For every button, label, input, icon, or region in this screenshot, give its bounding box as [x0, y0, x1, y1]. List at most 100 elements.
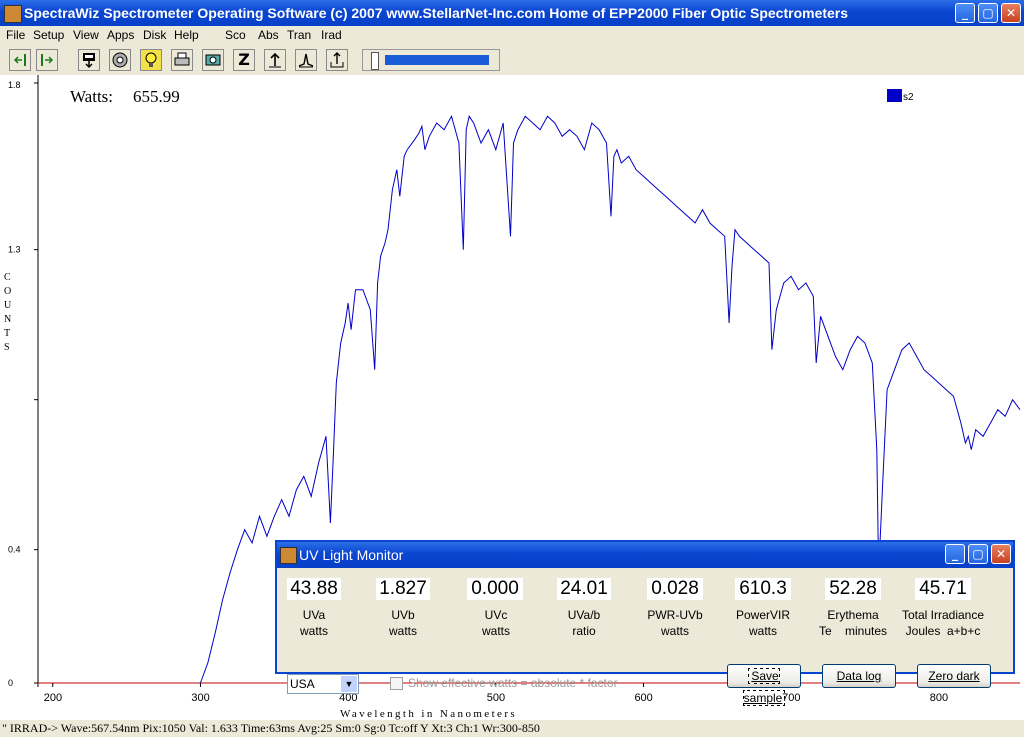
uv-monitor-title: UV Light Monitor [299, 547, 404, 563]
status-text: " IRRAD-> Wave:567.54nm Pix:1050 Val: 1.… [2, 721, 540, 735]
powervir-unit: watts [748, 624, 777, 638]
powervir-value: 610.3 [735, 578, 791, 600]
y-axis-label-letter: S [4, 342, 10, 353]
erythema-value: 52.28 [825, 578, 881, 600]
minimize-button[interactable]: _ [955, 3, 975, 23]
legend-swatch-s2 [887, 89, 902, 102]
zero-dark-button[interactable]: Zero dark [917, 664, 991, 688]
y-axis-label: COUNTS [4, 272, 12, 353]
intensity-slider[interactable] [362, 49, 500, 71]
menu-abs[interactable]: Abs [258, 28, 279, 42]
status-bar: " IRRAD-> Wave:567.54nm Pix:1050 Val: 1.… [0, 720, 1024, 737]
x-tick-label: 500 [487, 692, 505, 704]
uvab-ratio-unit: ratio [572, 624, 596, 638]
uvb-label: UVb [391, 608, 415, 622]
menu-sco[interactable]: Sco [225, 28, 246, 42]
uv-close-button[interactable]: ✕ [991, 544, 1011, 564]
slider-thumb[interactable] [371, 52, 379, 70]
total-irradiance-unit: Joules a+b+c [905, 624, 981, 638]
y-axis-label-letter: O [4, 286, 11, 297]
data-log-label: Data log [836, 669, 882, 683]
uv-monitor-app-icon [280, 547, 297, 564]
slider-fill [385, 55, 489, 65]
save-sample-button[interactable]: Save sample [727, 664, 801, 706]
menu-bar: File Setup View Apps Disk Help Sco Abs T… [0, 26, 1024, 45]
y-tick-label: 0 [8, 678, 13, 688]
title-bar: SpectraWiz Spectrometer Operating Softwa… [0, 0, 1024, 26]
chevron-down-icon[interactable]: ▼ [341, 676, 357, 692]
save-sample-label: Save sample [742, 668, 786, 706]
export-icon[interactable] [326, 49, 348, 71]
total-irradiance-label: Total Irradiance [901, 608, 985, 622]
upload-icon[interactable] [264, 49, 286, 71]
uva-value: 43.88 [287, 578, 341, 600]
menu-tran[interactable]: Tran [287, 28, 311, 42]
uv-monitor-title-bar: UV Light Monitor _ ▢ ✕ [277, 542, 1013, 568]
erythema-label: Erythema [827, 608, 879, 622]
camera-icon[interactable] [202, 49, 224, 71]
region-select[interactable]: USA ▼ [287, 674, 359, 694]
close-button[interactable]: ✕ [1001, 3, 1021, 23]
powervir-label: PowerVIR [735, 608, 791, 622]
arrow-left-bar-icon[interactable] [9, 49, 31, 71]
y-tick-label: 1.8 [8, 80, 21, 90]
uva-label: UVa [302, 608, 326, 622]
menu-apps[interactable]: Apps [107, 28, 134, 42]
x-tick-label: 300 [191, 692, 209, 704]
x-tick-label: 700 [782, 692, 800, 704]
region-select-value: USA [290, 677, 315, 691]
uv-maximize-button[interactable]: ▢ [968, 544, 988, 564]
erythema-unit: Te minutes [818, 624, 888, 638]
menu-irad[interactable]: Irad [321, 28, 342, 42]
uvab-ratio-value: 24.01 [557, 578, 611, 600]
uvc-unit: watts [481, 624, 510, 638]
x-tick-label: 800 [930, 692, 948, 704]
menu-file[interactable]: File [6, 28, 25, 42]
peak-icon[interactable] [295, 49, 317, 71]
effective-watts-checkbox[interactable] [390, 677, 403, 690]
pwr-uvb-value: 0.028 [647, 578, 703, 600]
uvb-value: 1.827 [376, 578, 430, 600]
effective-watts-label: Show effective watts = absolute * factor [408, 676, 618, 690]
uva-unit: watts [299, 624, 328, 638]
watts-label: Watts: [70, 87, 113, 106]
pwr-uvb-unit: watts [660, 624, 689, 638]
target-icon[interactable] [109, 49, 131, 71]
app-icon [4, 5, 22, 23]
x-axis-label: Wavelength in Nanometers [340, 708, 517, 720]
arrow-right-bar-icon[interactable] [36, 49, 58, 71]
uvc-value: 0.000 [467, 578, 523, 600]
pwr-uvb-label: PWR-UVb [647, 608, 703, 622]
y-axis-label-letter: U [4, 300, 12, 311]
zero-dark-label: Zero dark [928, 669, 980, 683]
watts-value: 655.99 [133, 87, 180, 106]
maximize-button[interactable]: ▢ [978, 3, 998, 23]
download-icon[interactable] [78, 49, 100, 71]
menu-help[interactable]: Help [174, 28, 199, 42]
y-axis-label-letter: C [4, 272, 11, 283]
y-tick-label: 1.3 [8, 245, 21, 255]
y-ticks: 0 0.4 1.3 1.8 [8, 80, 38, 688]
y-axis-label-letter: N [4, 314, 11, 325]
uvb-unit: watts [388, 624, 417, 638]
menu-view[interactable]: View [73, 28, 99, 42]
data-log-button[interactable]: Data log [822, 664, 896, 688]
x-tick-label: 600 [634, 692, 652, 704]
x-tick-label: 200 [44, 692, 62, 704]
y-axis-label-letter: T [4, 328, 10, 339]
y-tick-label: 0.4 [8, 545, 21, 555]
uvc-label: UVc [484, 608, 508, 622]
toolbar: Z [0, 45, 1024, 76]
lightbulb-icon[interactable] [140, 49, 162, 71]
legend-label-s2: s2 [903, 92, 914, 103]
uvab-ratio-label: UVa/b [567, 608, 601, 622]
menu-disk[interactable]: Disk [143, 28, 166, 42]
total-irradiance-value: 45.71 [915, 578, 971, 600]
uv-light-monitor-window: UV Light Monitor _ ▢ ✕ 43.88 UVa watts 1… [275, 540, 1015, 706]
z-icon[interactable]: Z [233, 49, 255, 71]
window-title: SpectraWiz Spectrometer Operating Softwa… [24, 5, 849, 21]
uv-minimize-button[interactable]: _ [945, 544, 965, 564]
menu-setup[interactable]: Setup [33, 28, 64, 42]
uv-monitor-body: 43.88 UVa watts 1.827 UVb watts 0.000 UV… [277, 568, 1013, 706]
printer-icon[interactable] [171, 49, 193, 71]
